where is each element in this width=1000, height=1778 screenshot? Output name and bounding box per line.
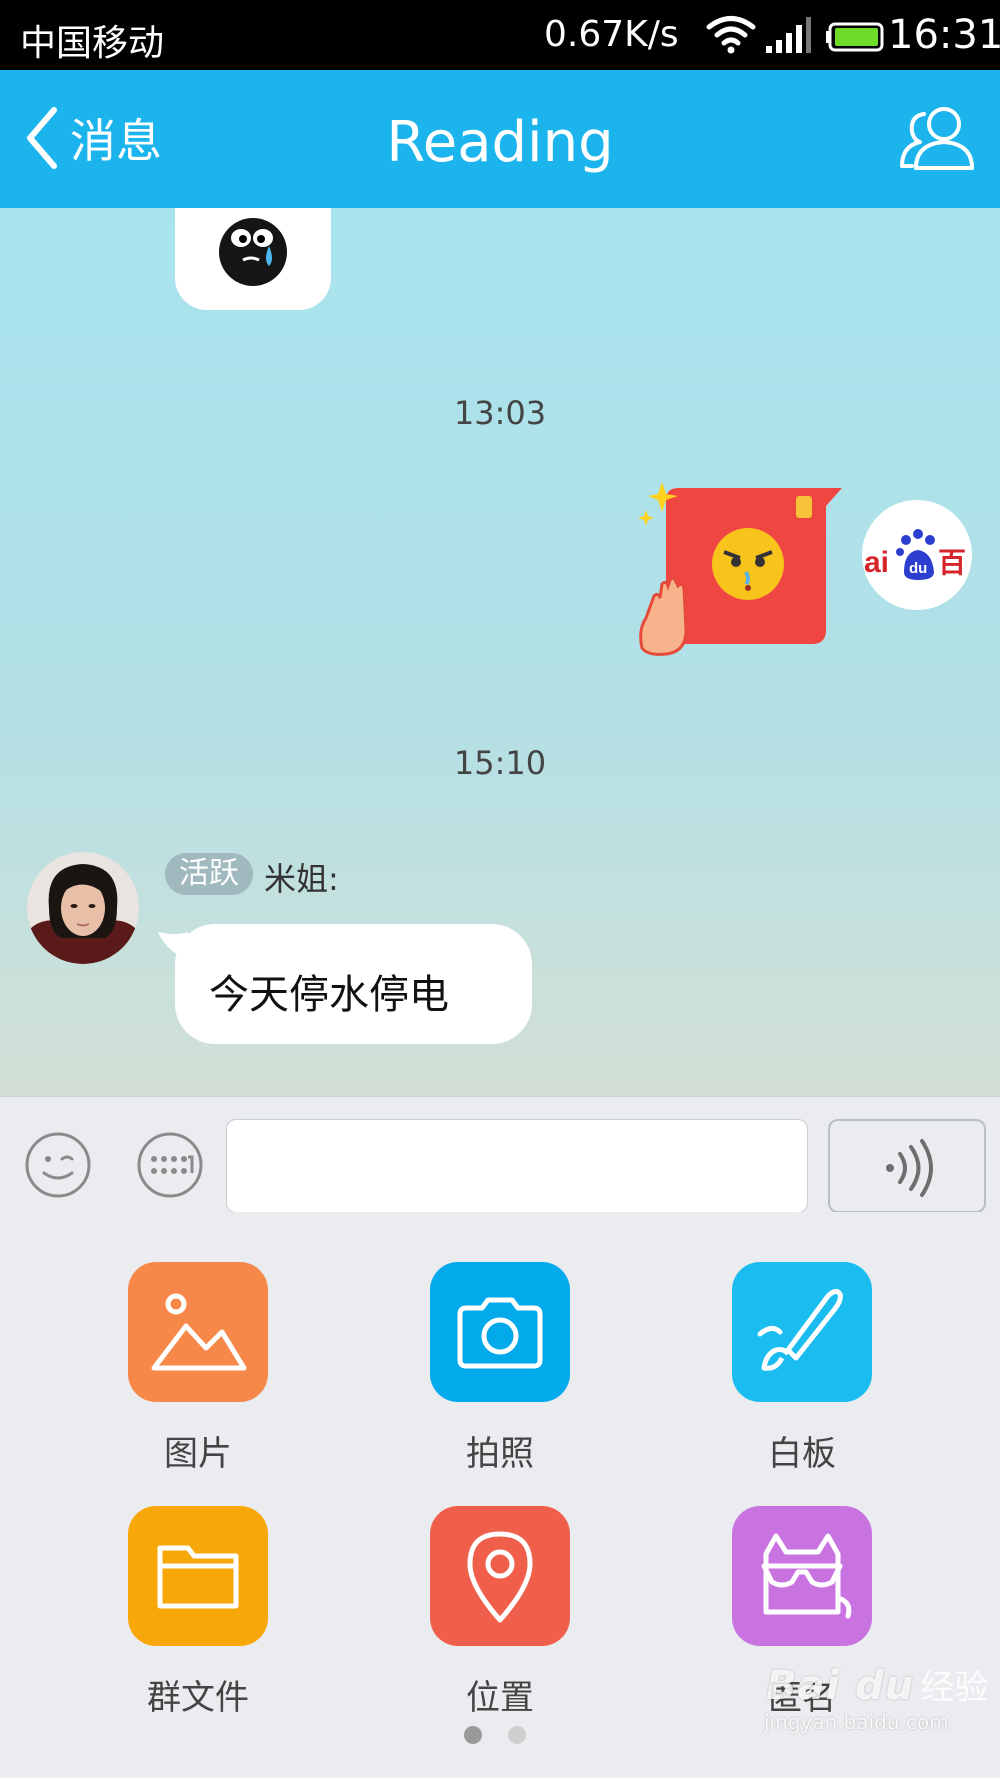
user-photo-image [27,852,139,964]
panel-item-label: 位置 [466,1678,534,1718]
network-speed: 0.67K/s [544,14,679,55]
message-text: 今天停水停电 [209,972,449,1018]
voice-icon [886,1139,933,1197]
keyboard-icon[interactable] [136,1131,204,1199]
panel-item-label: 白板 [768,1434,836,1474]
watermark-logo: Bai du [766,1663,915,1709]
panel-item-location[interactable]: 位置 [430,1506,570,1718]
page-indicator-dot-active [464,1726,482,1744]
wifi-icon [706,16,756,54]
angry-red-envelope-sticker[interactable] [636,480,848,670]
panel-item-label: 拍照 [466,1434,534,1474]
page-indicator-dot[interactable] [508,1726,526,1744]
baidu-jingyan-watermark: Bai du 经验 jingyan.baidu.com [764,1660,989,1734]
chat-message-list[interactable]: 13:03 ai du 百 15:10 活跃 米姐: 今天停水停电 [0,208,1000,1096]
chat-header: 消息 Reading [0,70,1000,208]
voice-button[interactable] [828,1119,986,1213]
panel-item-camera[interactable]: 拍照 [430,1262,570,1474]
svg-text:du: du [909,560,927,577]
baidu-avatar[interactable]: ai du 百 [862,500,972,610]
emoji-icon[interactable] [24,1131,92,1199]
whiteboard-brush-icon [732,1262,872,1402]
panel-item-group-files[interactable]: 群文件 [128,1506,268,1718]
carrier-name: 中国移动 [20,23,165,64]
group-members-icon[interactable] [896,102,980,174]
status-bar: 中国移动 0.67K/s 16:31 [0,0,1000,70]
message-timestamp: 13:03 [453,394,547,432]
battery-icon [826,22,884,52]
signal-icon [766,17,811,53]
baidu-logo-icon: ai du 百 [862,500,972,610]
panel-item-whiteboard[interactable]: 白板 [732,1262,872,1474]
camera-icon [430,1262,570,1402]
sticker-message[interactable] [175,208,331,310]
svg-text:百: 百 [938,546,966,579]
location-pin-icon [430,1506,570,1646]
panel-item-anonymous[interactable]: 匿名 [732,1506,872,1718]
watermark-url: jingyan.baidu.com [764,1710,949,1734]
crying-black-ball-sticker [219,218,287,286]
clock: 16:31 [888,12,1000,58]
panel-item-image[interactable]: 图片 [128,1262,268,1474]
back-label: 消息 [70,114,162,168]
image-icon [128,1262,268,1402]
watermark-text: 经验 [920,1668,989,1708]
panel-item-label: 群文件 [147,1678,249,1718]
text-message-bubble[interactable]: 今天停水停电 [175,924,532,1044]
active-member-badge: 活跃 [165,853,253,895]
user-photo-avatar[interactable] [27,852,139,964]
svg-text:ai: ai [864,546,889,579]
panel-item-label: 图片 [164,1434,232,1474]
folder-icon [128,1506,268,1646]
message-input[interactable] [226,1119,808,1213]
message-timestamp: 15:10 [453,744,547,782]
sender-name: 米姐: [264,860,339,898]
chevron-left-icon [27,107,57,169]
anonymous-mask-icon [732,1506,872,1646]
back-button[interactable]: 消息 [20,98,162,178]
message-input-bar [0,1096,1000,1213]
